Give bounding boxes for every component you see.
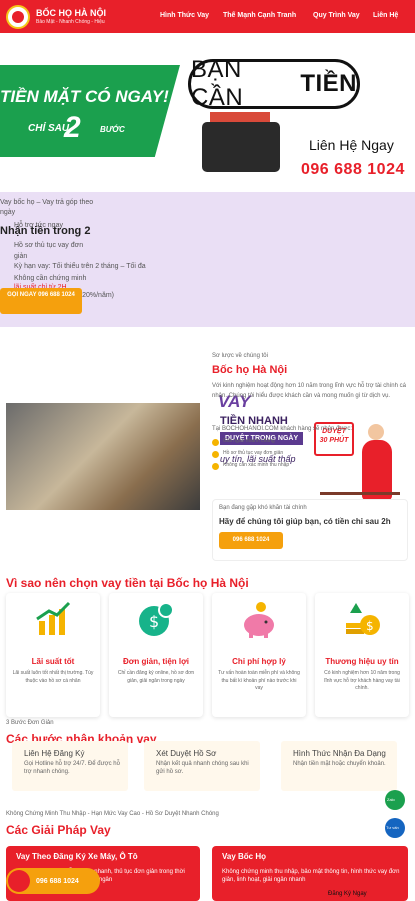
person-head	[368, 424, 384, 440]
solution-card[interactable]: Vay Bốc Họ Không chứng minh thu nhập, bảo…	[212, 846, 408, 901]
about-kicker: Sơ lược về chúng tôi	[212, 353, 268, 359]
benefit-text: Hồ sơ thủ tục vay đơn giản	[223, 450, 284, 456]
why-card: $ Thương hiệu uy tín Có kinh nghiệm hơn …	[315, 593, 409, 717]
benefit-item: Giải ngân nhanh chóng	[212, 438, 293, 446]
desk-illustration	[320, 492, 400, 495]
logo[interactable]	[6, 4, 30, 29]
contact-label: Liên Hệ Ngay	[309, 137, 394, 153]
benefit-item: Không cần xác minh thu nhập	[212, 462, 293, 470]
step-desc: Gọi Hotline hỗ trợ 24/7. Để được hỗ trợ …	[24, 761, 120, 775]
step-card: Liên Hệ Đăng Ký Gọi Hotline hỗ trợ 24/7. …	[12, 741, 128, 791]
hero-step-number: 2	[64, 111, 81, 144]
help-big: Hãy để chúng tôi giúp bạn, có tiền chỉ s…	[219, 517, 391, 526]
floating-call-number: 096 688 1024	[36, 877, 79, 885]
hero-phone[interactable]: 096 688 1024	[301, 161, 405, 179]
why-card-desc: Tư vấn hoàn toàn miễn phí và không thu b…	[218, 670, 300, 691]
benefit-text: Giải ngân nhanh chóng	[223, 438, 275, 444]
help-phone-button[interactable]: 096 688 1024	[219, 532, 283, 549]
hero-green-panel	[0, 65, 180, 157]
solution-title: Vay Theo Đăng Ký Xe Máy, Ô Tô	[16, 852, 138, 861]
promo-line: Không cần chứng minh	[14, 275, 87, 282]
nav-quy-trinh[interactable]: Quy Trình Vay	[313, 12, 360, 19]
nav-hinh-thuc-vay[interactable]: Hình Thức Vay	[160, 12, 209, 19]
why-card: $ Đơn giản, tiện lợi Chỉ cần đăng ký onl…	[109, 593, 203, 717]
bubble-text-bold: TIỀN	[300, 70, 357, 97]
messenger-button[interactable]: Tư vấn	[385, 818, 405, 838]
step-desc: Nhận kết quả nhanh chóng sau khi gửi hồ …	[156, 761, 249, 775]
step-title: Liên Hệ Đăng Ký	[24, 749, 85, 758]
benefit-item: Hồ sơ thủ tục vay đơn giản	[212, 450, 293, 458]
nav-the-manh[interactable]: Thế Mạnh Cạnh Tranh	[223, 12, 296, 19]
promo-line: giản	[14, 253, 28, 260]
hero-sub: CHỈ SAU	[28, 123, 70, 134]
svg-text:$: $	[366, 619, 374, 633]
register-button[interactable]: Đăng Ký Ngay	[328, 890, 398, 898]
step-desc: Nhận tiền mặt hoặc chuyển khoản.	[293, 761, 386, 767]
solutions-title: Các Giải Pháp Vay	[6, 823, 111, 837]
promo-line: Kỳ hạn vay: Tối thiểu trên 2 tháng – Tối…	[14, 263, 146, 270]
why-card-title: Chi phí hợp lý	[232, 657, 286, 666]
why-card-title: Đơn giản, tiện lợi	[122, 657, 190, 666]
solution-title: Vay Bốc Họ	[222, 852, 267, 861]
dollar-shield-icon: $	[136, 599, 176, 639]
chart-up-icon	[33, 599, 73, 639]
step-card: Hình Thức Nhận Đa Dạng Nhận tiền mặt hoặc…	[281, 741, 397, 791]
nav-lien-he[interactable]: Liên Hệ	[373, 12, 398, 19]
promo-title: Nhận tiền trong 2	[0, 225, 91, 237]
speech-bubble: BẠN CẦN TIỀN	[188, 56, 360, 111]
step-title: Hình Thức Nhận Đa Dạng	[293, 749, 386, 758]
hero-banner: TIỀN MẶT CÓ NGAY! CHỈ SAU 2 BƯỚC BẠN CẦN…	[0, 56, 415, 192]
why-card: Chi phí hợp lý Tư vấn hoàn toàn miễn phí…	[212, 593, 306, 717]
help-small: Bạn đang gặp khó khăn tài chính	[219, 505, 307, 511]
why-card: Lãi suất tốt Lãi suất luôn tốt nhất thị …	[6, 593, 100, 717]
promo-small: Vay bốc họ – Vay trả góp theo	[0, 199, 94, 206]
hero-headline: TIỀN MẶT CÓ NGAY!	[0, 87, 169, 106]
steps-kicker: 3 Bước Đơn Giản	[6, 720, 54, 726]
bubble-text: BẠN CẦN	[191, 56, 244, 111]
promo-small-2: ngày	[0, 209, 16, 216]
calendar-text-2: 30 PHÚT	[319, 437, 349, 445]
money-photo	[6, 403, 200, 510]
about-title: Bốc họ Hà Nội	[212, 364, 288, 376]
why-card-title: Thương hiệu uy tín	[325, 657, 399, 666]
check-icon	[212, 451, 219, 458]
messenger-label: Tư vấn	[386, 825, 399, 830]
wallet-icon	[202, 122, 280, 172]
person-illustration	[362, 440, 392, 500]
check-icon	[212, 439, 219, 446]
why-card-desc: Lãi suất luôn tốt nhất thị trường. Tùy t…	[12, 670, 94, 684]
about-desc: Với kinh nghiệm hoạt động hơn 10 năm tro…	[212, 383, 406, 399]
zalo-label: Zalo	[387, 797, 395, 802]
brand-tagline: Bảo Mật - Nhanh Chóng - Hiệu	[36, 18, 105, 25]
phone-icon	[8, 870, 30, 892]
coin-stack-icon: $	[342, 599, 382, 639]
why-card-title: Lãi suất tốt	[31, 657, 75, 666]
step-title: Xét Duyệt Hồ Sơ	[156, 749, 217, 758]
piggy-bank-icon	[239, 599, 279, 639]
why-card-desc: Chỉ cần đăng ký online, hồ sơ đơn giản, …	[117, 670, 195, 684]
call-now-button[interactable]: GỌI NGAY 096 688 1024	[0, 288, 82, 314]
site-header: BỐC HỌ HÀ NỘI Bảo Mật - Nhanh Chóng - Hi…	[0, 0, 415, 33]
brand-name[interactable]: BỐC HỌ HÀ NỘI	[36, 8, 106, 18]
promo-section: Vay bốc họ – Vay trả góp theo ngày Hỗ tr…	[0, 192, 415, 500]
why-title: Vì sao nên chọn vay tiền tại Bốc họ Hà N…	[6, 576, 249, 590]
why-card-desc: Có kinh nghiệm hơn 10 năm trong lĩnh vực…	[324, 670, 400, 691]
benefit-list: Giải ngân nhanh chóng Hồ sơ thủ tục vay …	[212, 438, 293, 474]
zalo-button[interactable]: Zalo	[385, 790, 405, 810]
svg-text:$: $	[149, 612, 159, 631]
solution-desc: Không chứng minh thu nhập, bảo mật thông…	[222, 869, 400, 884]
solutions-kicker: Không Chứng Minh Thu Nhập - Hạn Mức Vay …	[6, 811, 219, 817]
floating-call-button[interactable]: 096 688 1024	[6, 868, 100, 894]
hero-step-unit: BƯỚC	[100, 125, 125, 134]
promo-line: Hồ sơ thủ tục vay đơn	[14, 242, 84, 249]
step-card: Xét Duyệt Hồ Sơ Nhận kết quả nhanh chóng …	[144, 741, 260, 791]
about-lead: Tại BOCHOHANOI.COM khách hàng sẽ nhận đư…	[212, 426, 353, 432]
help-box: Bạn đang gặp khó khăn tài chính Hãy để c…	[212, 499, 408, 561]
check-icon	[212, 463, 219, 470]
benefit-text: Không cần xác minh thu nhập	[223, 462, 290, 468]
